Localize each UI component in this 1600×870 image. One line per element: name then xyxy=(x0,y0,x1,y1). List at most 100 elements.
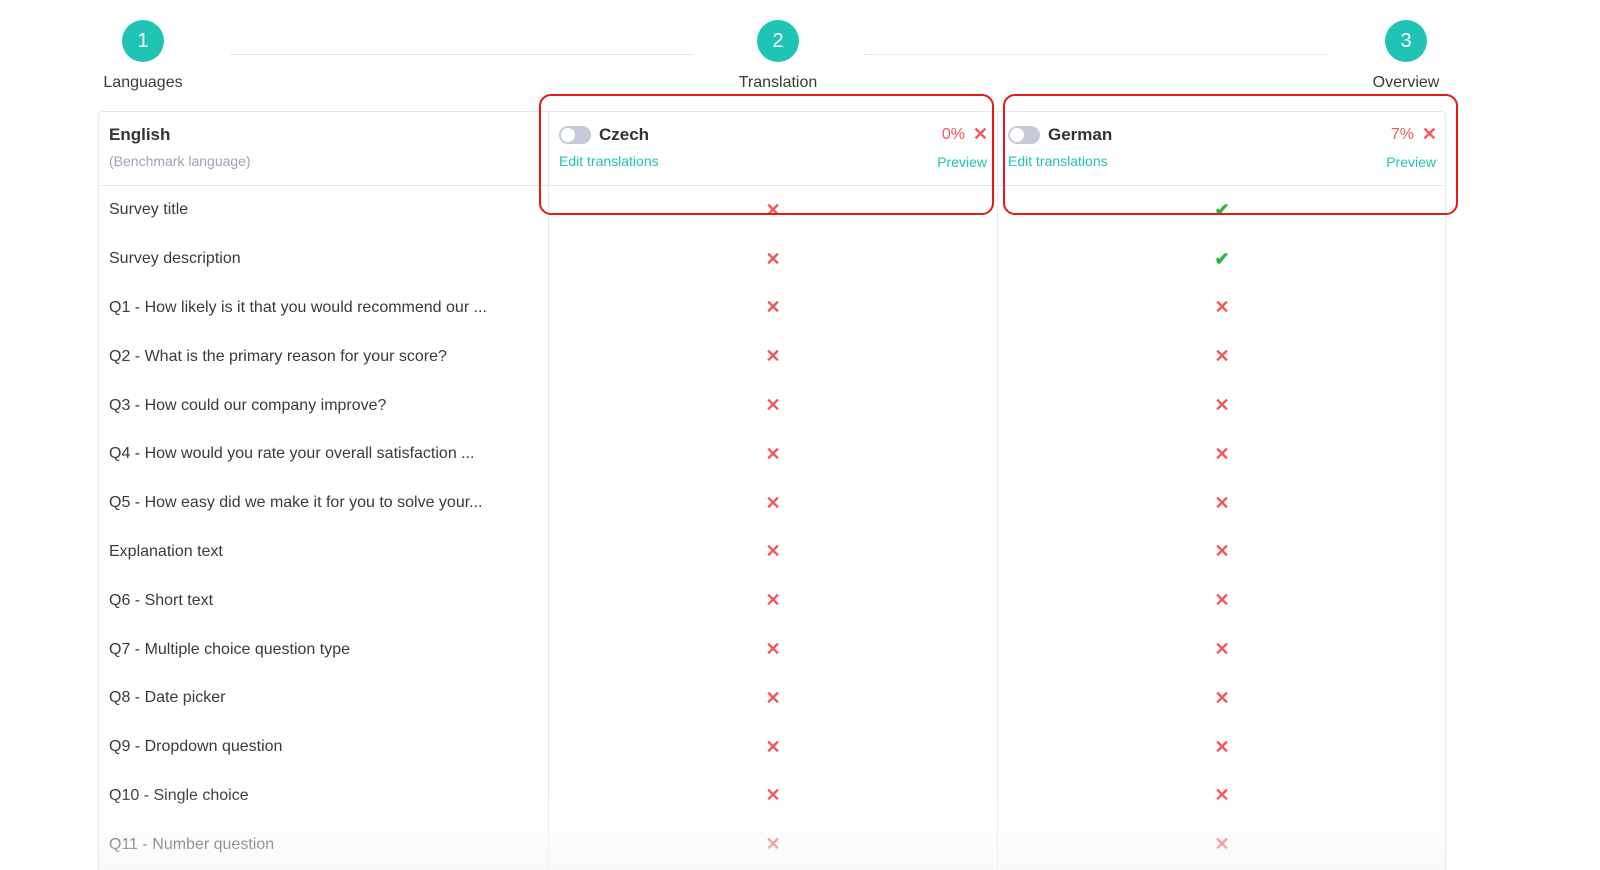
cross-icon: ✕ xyxy=(1214,395,1230,416)
step-translation[interactable]: 2 Translation xyxy=(728,20,828,92)
cross-icon: ✕ xyxy=(1214,297,1230,318)
translation-status-cell: ✕ xyxy=(549,479,997,528)
step-languages[interactable]: 1 Languages xyxy=(98,20,188,92)
translation-status-cell: ✕ xyxy=(998,674,1446,723)
translation-status-cell: ✕ xyxy=(549,723,997,772)
benchmark-header: English (Benchmark language) xyxy=(99,112,548,186)
toggle-knob xyxy=(561,128,575,142)
step-label: Translation xyxy=(738,74,818,91)
question-row-label: Q8 - Date picker xyxy=(109,689,226,707)
progress-stepper: 1 Languages 2 Translation 3 Overview xyxy=(98,20,1446,92)
question-row-label: Q5 - How easy did we make it for you to … xyxy=(109,494,483,512)
question-row-label: Survey title xyxy=(109,201,189,219)
language-name: German xyxy=(1048,125,1113,144)
language-header-german: German 7% ✕ Edit translations Preview xyxy=(998,112,1446,186)
step-number-badge: 1 xyxy=(122,20,164,62)
preview-link[interactable]: Preview xyxy=(937,154,987,170)
cross-icon: ✕ xyxy=(765,297,781,318)
cross-icon: ✕ xyxy=(1214,346,1230,367)
preview-link[interactable]: Preview xyxy=(1386,154,1436,170)
translation-status-cell: ✕ xyxy=(549,381,997,430)
translation-status-cell: ✕ xyxy=(998,479,1446,528)
translation-status-cell: ✕ xyxy=(549,284,997,333)
language-header-czech: Czech 0% ✕ Edit translations Preview xyxy=(549,112,997,186)
translation-status-cell: ✕ xyxy=(998,820,1446,869)
stepper-connector xyxy=(864,54,1328,55)
question-row-label: Q11 - Number question xyxy=(109,835,275,853)
completion-percent: 0% xyxy=(941,126,965,143)
translation-status-cell: ✕ xyxy=(998,723,1446,772)
translation-status-cell: ✕ xyxy=(549,772,997,821)
translation-status-cell: ✕ xyxy=(998,576,1446,625)
cross-icon: ✕ xyxy=(1214,590,1230,611)
edit-translations-link[interactable]: Edit translations xyxy=(559,153,659,169)
benchmark-column: English (Benchmark language) Survey titl… xyxy=(99,112,548,870)
benchmark-subtitle: (Benchmark language) xyxy=(109,153,251,169)
cross-icon: ✕ xyxy=(765,346,781,367)
cross-icon: ✕ xyxy=(765,541,781,562)
edit-translations-link[interactable]: Edit translations xyxy=(1008,153,1108,169)
question-row-label: Q9 - Dropdown question xyxy=(109,738,283,756)
cross-icon: ✕ xyxy=(765,687,781,708)
translation-status-cell: ✕ xyxy=(549,235,997,284)
language-column-german: German 7% ✕ Edit translations Preview ✔ ✔… xyxy=(997,112,1446,870)
translation-status-cell: ✕ xyxy=(998,625,1446,674)
cross-icon: ✕ xyxy=(765,443,781,464)
question-row-label: Survey description xyxy=(109,250,241,268)
translation-status-cell: ✕ xyxy=(549,332,997,381)
translation-status-cell: ✔ xyxy=(998,186,1446,235)
cross-icon: ✕ xyxy=(765,834,781,855)
translation-status-cell: ✕ xyxy=(998,528,1446,577)
cross-icon: ✕ xyxy=(765,639,781,660)
translation-status-cell: ✕ xyxy=(549,820,997,869)
question-row-label: Explanation text xyxy=(109,542,223,560)
cross-icon: ✕ xyxy=(1214,492,1230,513)
benchmark-language-name: English xyxy=(109,125,171,144)
status-list-czech: ✕ ✕ ✕ ✕ ✕ ✕ ✕ ✕ ✕ ✕ ✕ ✕ ✕ ✕ xyxy=(549,186,997,869)
cross-icon: ✕ xyxy=(1214,687,1230,708)
checkmark-icon: ✔ xyxy=(1214,199,1230,220)
translation-status-cell: ✔ xyxy=(998,235,1446,284)
step-overview[interactable]: 3 Overview xyxy=(1366,20,1446,92)
translation-status-cell: ✕ xyxy=(998,284,1446,333)
translation-status-cell: ✕ xyxy=(998,772,1446,821)
cross-icon: ✕ xyxy=(1214,541,1230,562)
status-list-german: ✔ ✔ ✕ ✕ ✕ ✕ ✕ ✕ ✕ ✕ ✕ ✕ ✕ ✕ xyxy=(998,186,1446,869)
question-row-label: Q7 - Multiple choice question type xyxy=(109,640,351,658)
question-row-label: Q6 - Short text xyxy=(109,591,214,609)
cross-icon: ✕ xyxy=(765,736,781,757)
step-label: Overview xyxy=(1372,74,1440,91)
cross-icon: ✕ xyxy=(1214,736,1230,757)
question-row-label: Q3 - How could our company improve? xyxy=(109,396,387,414)
translation-status-cell: ✕ xyxy=(998,381,1446,430)
translation-status-cell: ✕ xyxy=(549,528,997,577)
question-list: Survey title Survey description Q1 - How l… xyxy=(99,186,548,869)
translation-status-cell: ✕ xyxy=(549,674,997,723)
cross-icon: ✕ xyxy=(765,785,781,806)
question-row-label: Q2 - What is the primary reason for your… xyxy=(109,347,447,365)
toggle-knob xyxy=(1010,128,1024,142)
language-name: Czech xyxy=(599,125,650,144)
translation-status-cell: ✕ xyxy=(549,625,997,674)
close-icon[interactable]: ✕ xyxy=(973,124,988,145)
question-row-label: Q10 - Single choice xyxy=(109,786,249,804)
language-enable-toggle[interactable] xyxy=(1008,126,1040,144)
translation-status-cell: ✕ xyxy=(998,430,1446,479)
cross-icon: ✕ xyxy=(765,199,781,220)
cross-icon: ✕ xyxy=(1214,639,1230,660)
language-enable-toggle[interactable] xyxy=(559,126,591,144)
close-icon[interactable]: ✕ xyxy=(1422,124,1437,145)
translation-status-cell: ✕ xyxy=(549,186,997,235)
question-row-label: Q1 - How likely is it that you would rec… xyxy=(109,298,487,316)
cross-icon: ✕ xyxy=(1214,834,1230,855)
translation-status-cell: ✕ xyxy=(549,576,997,625)
cross-icon: ✕ xyxy=(1214,443,1230,464)
cross-icon: ✕ xyxy=(1214,785,1230,806)
checkmark-icon: ✔ xyxy=(1214,248,1230,269)
completion-percent: 7% xyxy=(1390,126,1414,143)
cross-icon: ✕ xyxy=(765,590,781,611)
step-label: Languages xyxy=(103,74,183,91)
question-row-label: Q4 - How would you rate your overall sat… xyxy=(109,445,475,463)
cross-icon: ✕ xyxy=(765,248,781,269)
cross-icon: ✕ xyxy=(765,492,781,513)
